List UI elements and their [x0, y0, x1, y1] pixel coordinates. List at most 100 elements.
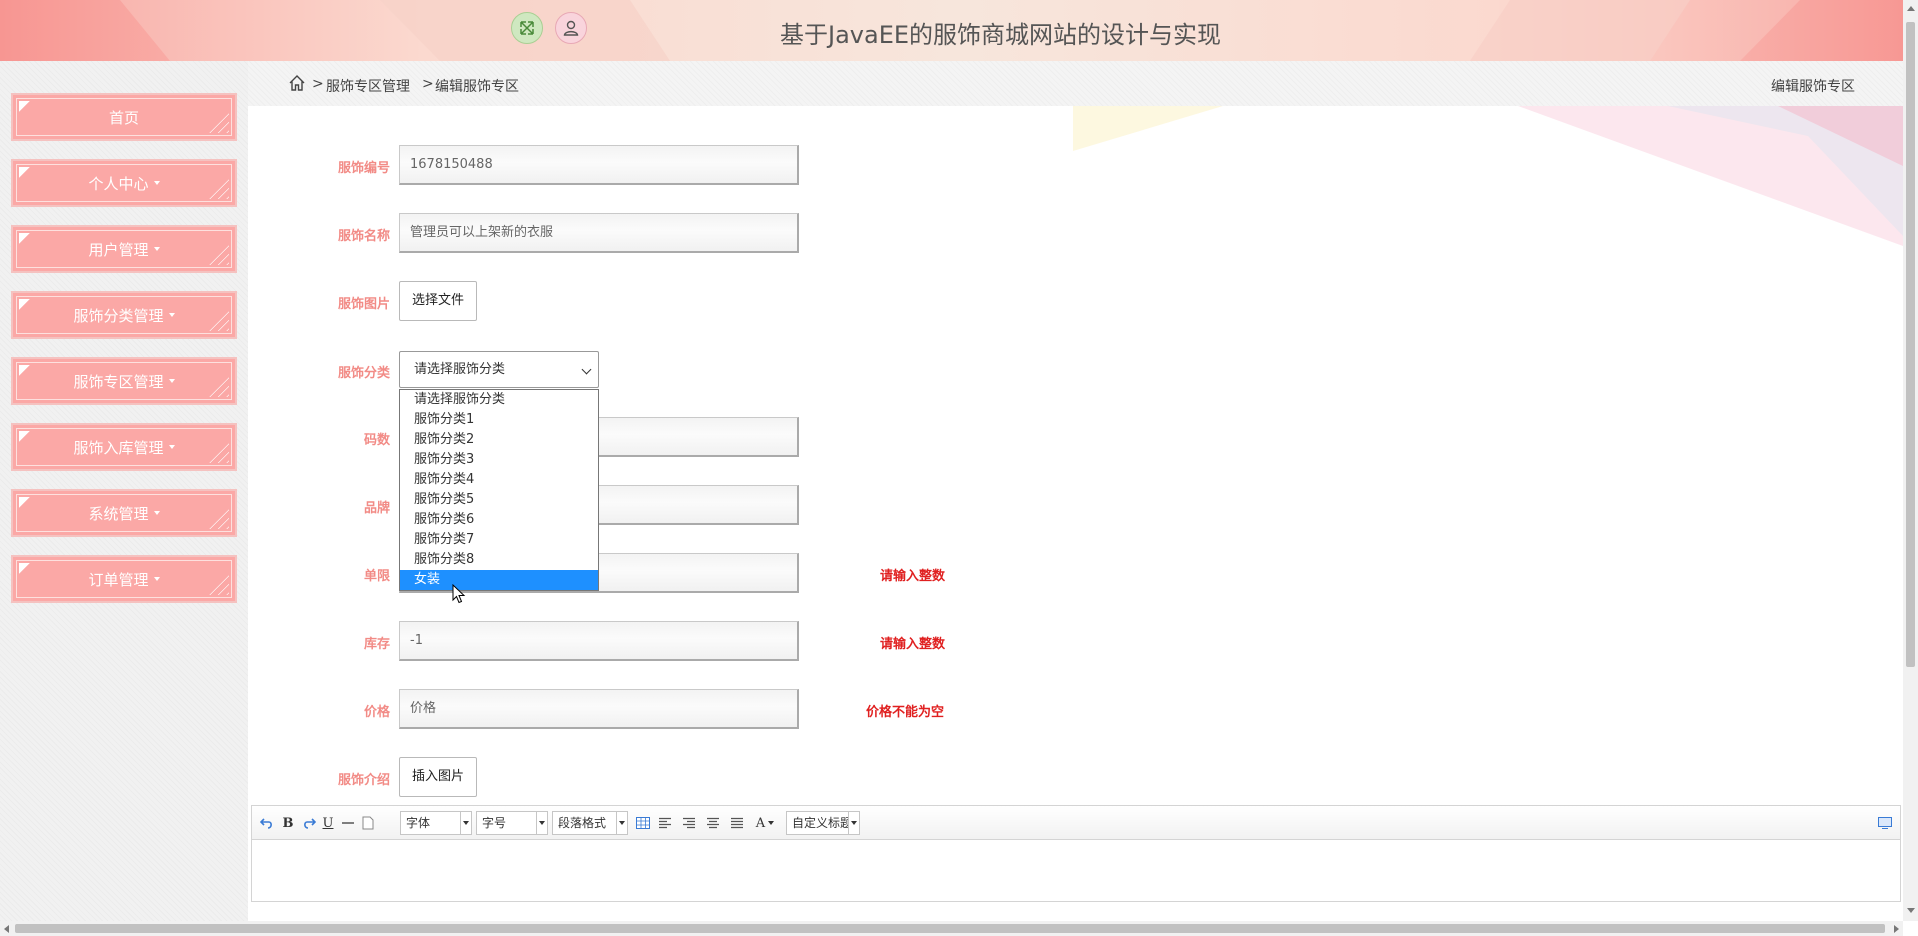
horizontal-scroll-thumb[interactable] — [15, 924, 1885, 933]
align-center-icon[interactable] — [704, 812, 722, 834]
chevron-down-icon — [460, 812, 471, 834]
font-color-button[interactable]: A — [752, 812, 778, 834]
price-input[interactable]: 价格 — [399, 689, 799, 729]
category-option[interactable]: 服饰分类8 — [400, 550, 598, 570]
breadcrumb-current: 编辑服饰专区 — [435, 79, 519, 95]
horizontal-rule-icon[interactable] — [340, 812, 356, 834]
code-input[interactable]: 1678150488 — [399, 145, 799, 185]
sidebar-item-zone-management[interactable]: 服饰专区管理 — [11, 357, 237, 405]
stock-input[interactable]: -1 — [399, 621, 799, 661]
breadcrumb-separator: > — [312, 76, 324, 92]
caret-down-icon — [168, 445, 175, 449]
header-decoration — [0, 0, 170, 61]
chevron-down-icon — [616, 812, 627, 834]
corner-decoration — [207, 441, 229, 463]
category-dropdown-list: 请选择服饰分类 服饰分类1 服饰分类2 服饰分类3 服饰分类4 服饰分类5 服饰… — [399, 389, 599, 591]
align-right-icon[interactable] — [680, 812, 698, 834]
editor-toolbar: B U 字体 字号 段落格式 A 自定义标题 — [251, 805, 1901, 840]
caret-down-icon — [168, 379, 175, 383]
price-label: 价格 — [363, 705, 390, 720]
category-option-highlighted[interactable]: 女装 — [400, 570, 598, 590]
redo-icon[interactable] — [300, 812, 318, 834]
sidebar-item-system-management[interactable]: 系统管理 — [11, 489, 237, 537]
align-justify-icon[interactable] — [728, 812, 746, 834]
sidebar-item-label: 服饰分类管理 — [73, 306, 164, 325]
category-option[interactable]: 服饰分类1 — [400, 410, 598, 430]
caret-down-icon — [168, 313, 175, 317]
corner-decoration — [207, 177, 229, 199]
insert-image-button[interactable]: 插入图片 — [399, 757, 478, 797]
category-option[interactable]: 服饰分类4 — [400, 470, 598, 490]
corner-decoration — [19, 365, 31, 377]
page-title: 编辑服饰专区 — [1771, 79, 1855, 95]
limit-error: 请输入整数 — [880, 569, 946, 584]
sidebar-item-category-management[interactable]: 服饰分类管理 — [11, 291, 237, 339]
sidebar-item-inbound-management[interactable]: 服饰入库管理 — [11, 423, 237, 471]
sidebar-item-label: 服饰入库管理 — [73, 438, 164, 457]
caret-down-icon — [153, 181, 160, 185]
bold-button[interactable]: B — [280, 812, 296, 834]
source-code-icon[interactable] — [1876, 812, 1894, 834]
scroll-up-icon[interactable] — [1907, 6, 1915, 11]
horizontal-scrollbar[interactable] — [0, 921, 1903, 936]
intro-label: 服饰介绍 — [337, 773, 390, 788]
corner-decoration — [207, 309, 229, 331]
price-error: 价格不能为空 — [866, 705, 945, 720]
sidebar-item-user-management[interactable]: 用户管理 — [11, 225, 237, 273]
category-option[interactable]: 服饰分类3 — [400, 450, 598, 470]
rich-text-editor[interactable] — [251, 840, 1901, 902]
sidebar-item-label: 订单管理 — [88, 570, 149, 589]
breadcrumb: > 服饰专区管理 > 编辑服饰专区 编辑服饰专区 — [248, 61, 1903, 107]
vertical-scrollbar[interactable] — [1903, 0, 1918, 921]
home-icon[interactable] — [288, 74, 306, 92]
corner-decoration — [19, 563, 31, 575]
category-select[interactable]: 请选择服饰分类 — [399, 351, 599, 388]
sidebar: 首页 个人中心 用户管理 服饰分类管理 服饰专区管理 服饰入库管理 系统管理 订… — [0, 61, 248, 921]
undo-icon[interactable] — [258, 812, 276, 834]
align-left-icon[interactable] — [656, 812, 674, 834]
paragraph-format-select-label: 段落格式 — [558, 816, 607, 830]
category-option[interactable]: 服饰分类2 — [400, 430, 598, 450]
corner-decoration — [207, 375, 229, 397]
custom-title-select[interactable]: 自定义标题 — [786, 811, 860, 835]
sidebar-item-personal-center[interactable]: 个人中心 — [11, 159, 237, 207]
scroll-right-icon[interactable] — [1894, 925, 1899, 933]
chevron-down-icon — [536, 812, 547, 834]
breadcrumb-parent[interactable]: 服饰专区管理 — [326, 76, 410, 96]
corner-decoration — [19, 101, 31, 113]
top-header: 基于JavaEE的服饰商城网站的设计与实现 — [0, 0, 1918, 61]
image-label: 服饰图片 — [337, 297, 390, 312]
document-icon[interactable] — [360, 812, 376, 834]
category-option[interactable]: 服饰分类5 — [400, 490, 598, 510]
category-option[interactable]: 请选择服饰分类 — [400, 390, 598, 410]
sidebar-item-home[interactable]: 首页 — [11, 93, 237, 141]
corner-decoration — [207, 243, 229, 265]
scroll-left-icon[interactable] — [4, 925, 9, 933]
table-icon[interactable] — [634, 812, 652, 834]
corner-decoration — [19, 431, 31, 443]
name-input[interactable]: 管理员可以上架新的衣服 — [399, 213, 799, 253]
stock-error: 请输入整数 — [880, 637, 946, 652]
vertical-scroll-thumb[interactable] — [1906, 22, 1915, 667]
font-color-label: A — [755, 815, 766, 831]
scroll-down-icon[interactable] — [1907, 908, 1915, 913]
limit-label: 单限 — [363, 569, 390, 584]
corner-decoration — [19, 167, 31, 179]
breadcrumb-separator: > — [422, 76, 434, 92]
underline-button[interactable]: U — [320, 812, 336, 834]
caret-down-icon — [153, 511, 160, 515]
fullscreen-button[interactable] — [511, 12, 543, 44]
choose-file-button[interactable]: 选择文件 — [399, 281, 478, 321]
caret-down-icon — [153, 577, 160, 581]
code-label: 服饰编号 — [337, 161, 390, 176]
paragraph-format-select[interactable]: 段落格式 — [552, 811, 628, 835]
corner-decoration — [207, 507, 229, 529]
category-option[interactable]: 服饰分类7 — [400, 530, 598, 550]
sidebar-item-order-management[interactable]: 订单管理 — [11, 555, 237, 603]
chevron-down-icon — [848, 812, 859, 834]
font-family-select[interactable]: 字体 — [400, 811, 472, 835]
category-option[interactable]: 服饰分类6 — [400, 510, 598, 530]
font-size-select[interactable]: 字号 — [476, 811, 548, 835]
user-button[interactable] — [555, 12, 587, 44]
header-decoration — [1470, 0, 1690, 61]
